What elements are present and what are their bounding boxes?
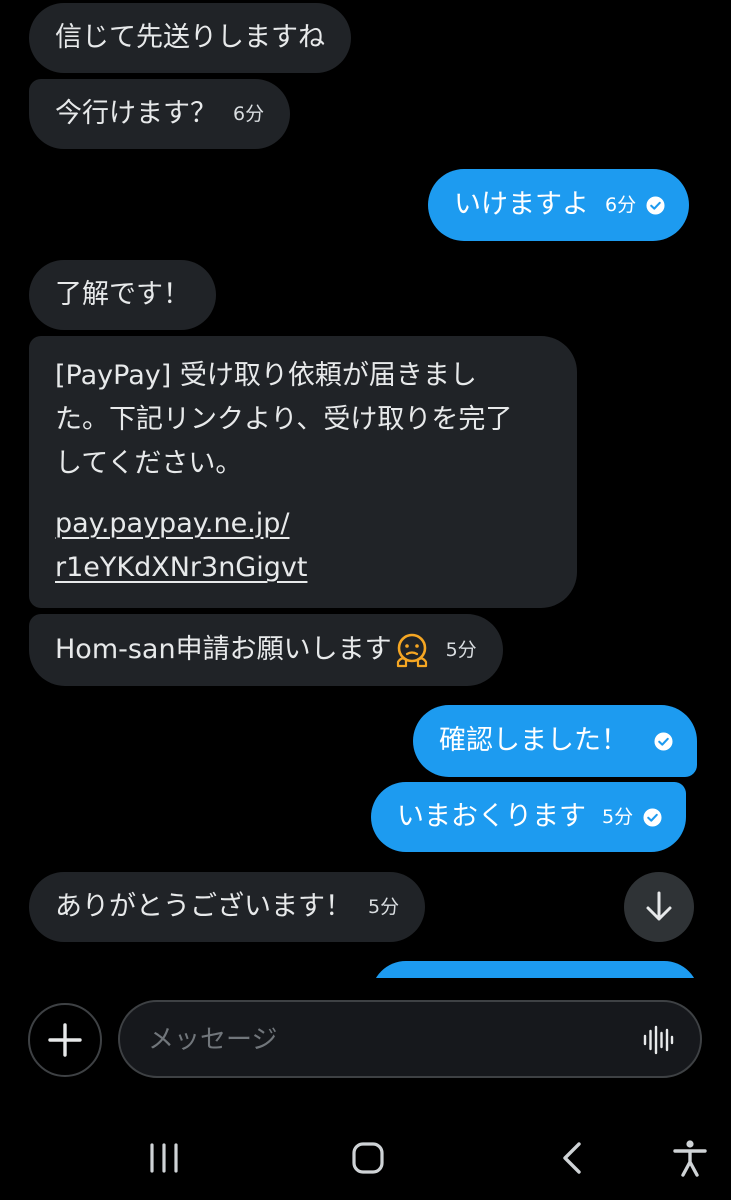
accessibility-icon[interactable]: [670, 1138, 710, 1178]
message-incoming[interactable]: [PayPay] 受け取り依頼が届きまし た。下記リンクより、受け取りを完了 し…: [29, 336, 577, 608]
message-incoming[interactable]: 了解です！: [29, 260, 216, 330]
message-incoming[interactable]: Hom-san申請お願いします 5分: [29, 614, 503, 686]
message-incoming[interactable]: 今行けます？ 6分: [29, 79, 291, 149]
check-circle-icon: [646, 195, 665, 215]
dm-conversation-screen: 信じて先送りしますね 今行けます？ 6分 いけますよ 6分 了解です！ [Pay…: [0, 0, 731, 1200]
message-input-container: [118, 1000, 702, 1078]
message-input[interactable]: [146, 1002, 630, 1078]
message-time: 5分: [368, 896, 400, 918]
message-text: 了解です！: [55, 279, 190, 310]
recent-apps-icon[interactable]: [144, 1138, 184, 1178]
message-composer: [0, 990, 731, 1090]
message-text: Hom-san申請お願いします: [55, 634, 392, 665]
message-outgoing[interactable]: 確認しました！: [413, 705, 697, 777]
message-text: 今行けます？: [55, 98, 217, 129]
arrow-down-icon: [646, 891, 672, 921]
message-outgoing[interactable]: いけますよ 6分: [428, 169, 690, 241]
message-outgoing-partial[interactable]: [371, 961, 699, 978]
check-circle-icon: [654, 731, 673, 751]
message-incoming[interactable]: 信じて先送りしますね: [29, 3, 351, 73]
message-text-line: [PayPay] 受け取り依頼が届きまし: [55, 360, 477, 391]
add-attachment-button[interactable]: [28, 1003, 102, 1077]
message-time: 6分: [233, 103, 265, 125]
message-time: 5分: [445, 639, 477, 661]
scroll-to-bottom-button[interactable]: [624, 872, 694, 942]
message-text-line: してください。: [55, 448, 243, 479]
plus-icon: [48, 1023, 82, 1057]
message-time: 5分: [602, 806, 634, 828]
message-text: ありがとうございます！: [55, 891, 352, 922]
message-incoming[interactable]: ありがとうございます！ 5分: [29, 872, 426, 942]
pleading-face-emoji-icon: [396, 633, 427, 668]
check-circle-icon: [643, 807, 662, 827]
message-text-line: た。下記リンクより、受け取りを完了: [55, 404, 513, 435]
back-icon[interactable]: [553, 1138, 593, 1178]
paypay-link[interactable]: pay.paypay.ne.jp/: [55, 502, 290, 546]
system-navigation-bar: [0, 1110, 731, 1200]
message-text: いまおくります: [397, 801, 586, 832]
voice-waveform-icon[interactable]: [642, 1024, 674, 1056]
message-list[interactable]: 信じて先送りしますね 今行けます？ 6分 いけますよ 6分 了解です！ [Pay…: [0, 0, 731, 978]
message-text: いけますよ: [454, 189, 589, 220]
message-text: 信じて先送りしますね: [55, 22, 325, 53]
message-outgoing[interactable]: いまおくります 5分: [371, 782, 687, 852]
paypay-link[interactable]: r1eYKdXNr3nGigvt: [55, 546, 307, 590]
home-icon[interactable]: [348, 1138, 388, 1178]
message-time: 6分: [605, 194, 637, 216]
message-text: 確認しました！: [439, 725, 628, 756]
